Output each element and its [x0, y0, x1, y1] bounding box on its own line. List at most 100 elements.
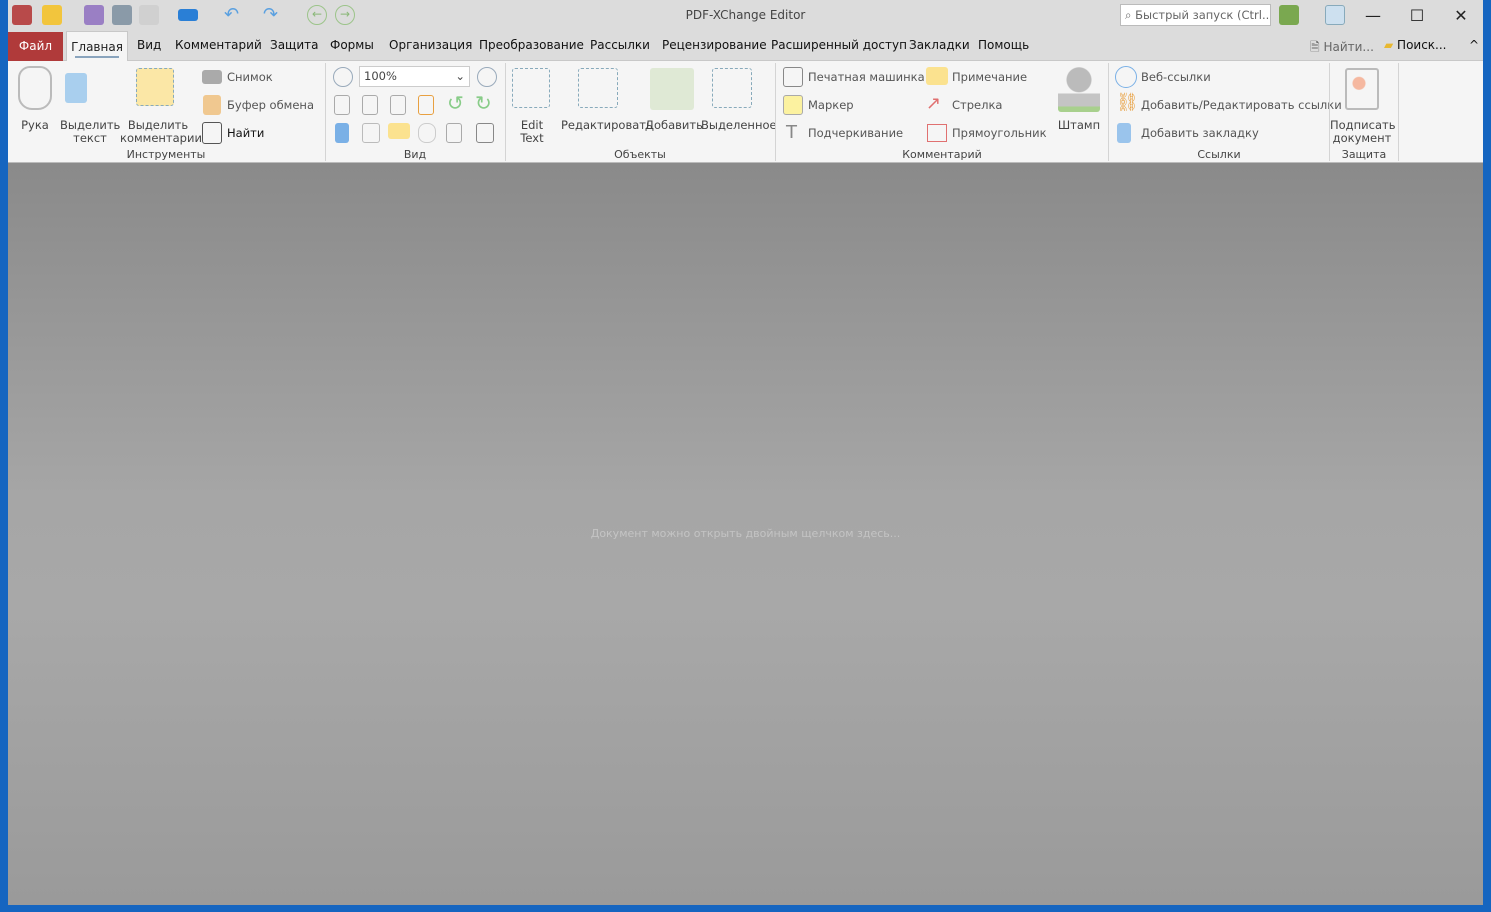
zoom-value: 100%: [364, 69, 397, 83]
search-button[interactable]: ▰ Поиск...: [1384, 38, 1447, 52]
fit-page-icon[interactable]: [362, 95, 378, 115]
select-text-icon: [65, 73, 87, 103]
tab-organize[interactable]: Организация: [389, 38, 472, 52]
add-bookmark-icon: [1117, 123, 1131, 143]
tab-help[interactable]: Помощь: [978, 38, 1029, 52]
divider: [1108, 63, 1109, 161]
fullscreen-icon[interactable]: [1325, 5, 1345, 25]
add-edit-links-button[interactable]: Добавить/Редактировать ссылки: [1141, 98, 1342, 112]
select-text-button[interactable]: Выделить текст: [60, 119, 120, 145]
snapshot-button[interactable]: Снимок: [227, 70, 273, 84]
fit-width-icon[interactable]: [390, 95, 406, 115]
quick-launch-placeholder: Быстрый запуск (Ctrl...: [1135, 8, 1271, 22]
open-document-hint: Документ можно открыть двойным щелчком з…: [590, 527, 901, 540]
menu-bar: Файл Главная Вид Комментарий Защита Форм…: [8, 31, 1483, 62]
title-bar: ↶ ↷ ← → PDF-XChange Editor ⌕ Быстрый зап…: [8, 0, 1483, 31]
rectangle-button[interactable]: Прямоугольник: [952, 126, 1047, 140]
quick-launch-input[interactable]: ⌕ Быстрый запуск (Ctrl...: [1120, 4, 1271, 26]
group-tools-label: Инструменты: [126, 148, 206, 161]
rotate-right-icon[interactable]: ↻: [475, 91, 492, 115]
document-workspace[interactable]: Документ можно открыть двойным щелчком з…: [8, 163, 1483, 905]
edit-objects-button[interactable]: Редактировать: [561, 119, 653, 132]
content-pane-icon[interactable]: [446, 123, 462, 143]
maximize-button[interactable]: ☐: [1397, 6, 1437, 26]
hand-tool-button[interactable]: Рука: [16, 119, 54, 132]
clipboard-button[interactable]: Буфер обмена: [227, 98, 314, 112]
fit-visible-icon[interactable]: [418, 95, 434, 115]
tab-review[interactable]: Рецензирование: [662, 38, 767, 52]
tab-mailings[interactable]: Рассылки: [590, 38, 650, 52]
edit-text-icon: [512, 68, 550, 108]
tab-protect[interactable]: Защита: [270, 38, 319, 52]
pages-pane-icon[interactable]: [362, 123, 380, 143]
bookmarks-pane-icon[interactable]: [335, 123, 349, 143]
divider: [505, 63, 506, 161]
selected-objects-icon: [712, 68, 752, 108]
rectangle-icon: [927, 124, 947, 142]
typewriter-button[interactable]: Печатная машинка: [808, 70, 925, 84]
web-links-button[interactable]: Веб-ссылки: [1141, 70, 1211, 84]
web-links-icon: [1115, 66, 1137, 88]
sign-document-button[interactable]: Подписать документ: [1330, 119, 1395, 145]
find-button[interactable]: 🗎 Найти...: [1310, 38, 1374, 59]
selected-objects-button[interactable]: Выделенное: [701, 119, 777, 132]
tab-view[interactable]: Вид: [137, 38, 161, 52]
arrow-icon: ↗: [926, 93, 942, 114]
actual-size-icon[interactable]: [334, 95, 350, 115]
add-objects-button[interactable]: Добавить: [645, 119, 703, 132]
marker-button[interactable]: Маркер: [808, 98, 854, 112]
link-icon: ⛓: [1116, 92, 1139, 113]
tab-forms[interactable]: Формы: [330, 38, 374, 52]
comments-pane-icon[interactable]: [388, 123, 410, 139]
find-label: Найти...: [1323, 40, 1374, 54]
tab-share[interactable]: Расширенный доступ: [771, 38, 907, 52]
select-comments-icon: [136, 68, 174, 106]
tab-comment[interactable]: Комментарий: [175, 38, 262, 52]
group-links-label: Ссылки: [1197, 148, 1241, 161]
stamp-button[interactable]: Штамп: [1054, 119, 1104, 132]
group-view-label: Вид: [403, 148, 427, 161]
edit-objects-icon: [578, 68, 618, 108]
rotate-left-icon[interactable]: ↺: [447, 91, 464, 115]
divider: [325, 63, 326, 161]
stamp-icon: [1058, 66, 1100, 112]
close-button[interactable]: ✕: [1441, 6, 1481, 26]
note-icon: [926, 67, 948, 85]
zoom-out-icon[interactable]: [333, 67, 353, 87]
ribbon: Рука Выделить текст Выделить комментарии…: [8, 61, 1483, 163]
highlighter-icon: [783, 95, 803, 115]
underline-button[interactable]: Подчеркивание: [808, 126, 903, 140]
hand-icon: [18, 66, 52, 110]
add-bookmark-button[interactable]: Добавить закладку: [1141, 126, 1259, 140]
properties-pane-icon[interactable]: [476, 123, 494, 143]
divider: [775, 63, 776, 161]
chevron-down-icon: ⌄: [455, 69, 465, 83]
tab-file[interactable]: Файл: [8, 32, 63, 61]
select-comments-button[interactable]: Выделить комментарии: [120, 119, 202, 145]
ui-options-icon[interactable]: [1279, 5, 1299, 25]
edit-text-button[interactable]: Edit Text: [514, 119, 550, 145]
zoom-in-icon[interactable]: [477, 67, 497, 87]
clipboard-icon: [203, 95, 221, 115]
search-label: Поиск...: [1397, 38, 1447, 52]
zoom-select[interactable]: 100% ⌄: [359, 66, 470, 87]
arrow-button[interactable]: Стрелка: [952, 98, 1002, 112]
find-tool-button[interactable]: Найти: [227, 126, 264, 140]
note-button[interactable]: Примечание: [952, 70, 1027, 84]
find-icon: 🗎: [1310, 40, 1324, 54]
collapse-ribbon-button[interactable]: ^: [1469, 38, 1479, 52]
camera-icon: [202, 70, 222, 84]
search-folder-icon: ▰: [1384, 38, 1398, 52]
app-window: ↶ ↷ ← → PDF-XChange Editor ⌕ Быстрый зап…: [8, 0, 1483, 905]
tab-convert[interactable]: Преобразование: [479, 38, 584, 52]
tab-home[interactable]: Главная: [66, 31, 128, 62]
sign-document-icon: [1345, 68, 1379, 110]
minimize-button[interactable]: —: [1353, 6, 1393, 26]
group-objects-label: Объекты: [614, 148, 666, 161]
divider: [1398, 63, 1399, 161]
attachments-pane-icon[interactable]: [418, 123, 436, 143]
underline-icon: T: [786, 122, 797, 143]
tab-bookmarks[interactable]: Закладки: [909, 38, 970, 52]
group-comments-label: Комментарий: [902, 148, 982, 161]
group-protect-label: Защита: [1341, 148, 1387, 161]
